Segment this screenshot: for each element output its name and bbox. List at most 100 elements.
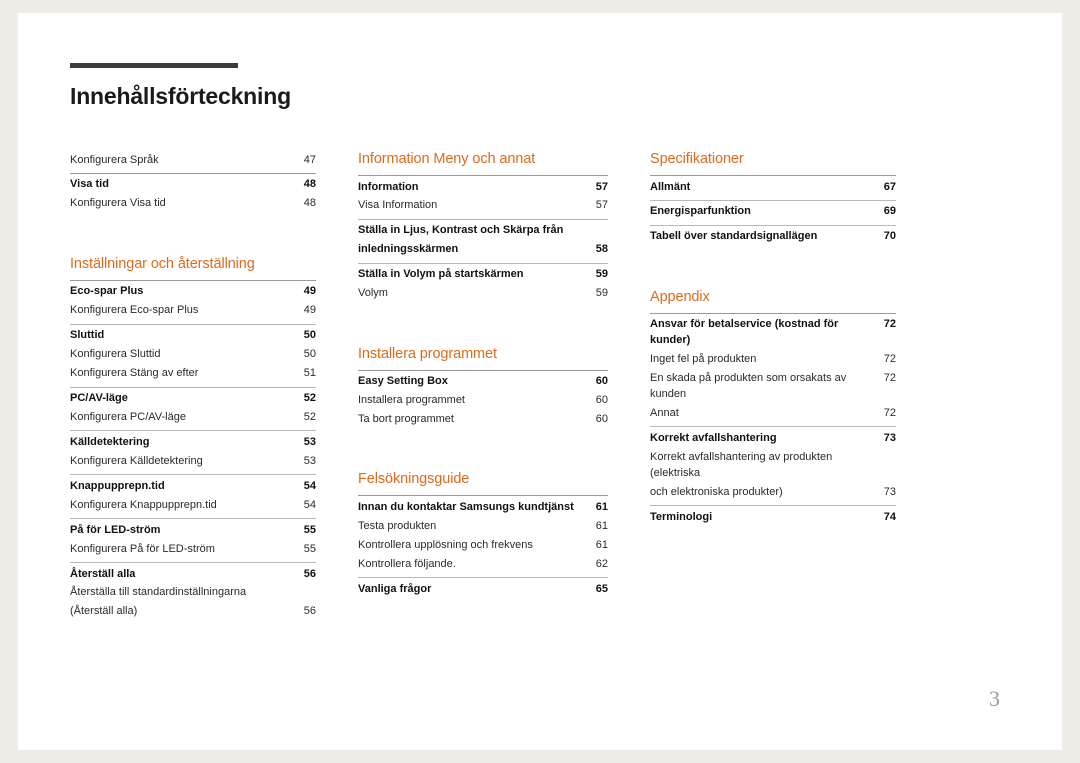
toc-block-information: Information Meny och annat Information 5…: [358, 151, 608, 304]
toc-entry-page: 72: [883, 372, 896, 385]
toc-entry-label: Allmänt: [650, 180, 691, 193]
toc-entry-label: Konfigurera Knappupprepn.tid: [70, 498, 217, 511]
toc-entry[interactable]: Vanliga frågor 65: [358, 580, 608, 599]
document-page: Innehållsförteckning Konfigurera Språk 4…: [18, 13, 1062, 750]
section-heading: Inställningar och återställning: [70, 255, 255, 272]
divider: [650, 175, 896, 176]
toc-entry-label: Innan du kontaktar Samsungs kundtjänst: [358, 500, 574, 513]
toc-entry[interactable]: Ställa in Ljus, Kontrast och Skärpa från: [358, 222, 608, 241]
toc-entry-page: 65: [595, 582, 608, 595]
toc-entry[interactable]: Installera programmet 60: [358, 392, 608, 411]
page-title: Innehållsförteckning: [70, 83, 291, 110]
section-heading: Appendix: [650, 288, 710, 305]
toc-entry[interactable]: Knappupprepn.tid 54: [70, 477, 316, 496]
toc-entry[interactable]: Kontrollera följande. 62: [358, 555, 608, 574]
toc-entry-label: Volym: [358, 287, 388, 300]
toc-entry-page: 52: [303, 410, 316, 423]
toc-block-continued: Konfigurera Språk 47 Visa tid 48 Konfigu…: [70, 151, 316, 214]
toc-entry[interactable]: Återställ alla 56: [70, 565, 316, 584]
toc-entry[interactable]: Konfigurera Eco-spar Plus 49: [70, 302, 316, 321]
toc-entry-label: Installera programmet: [358, 394, 465, 407]
divider: [70, 279, 316, 281]
toc-entry-label: Kontrollera upplösning och frekvens: [358, 538, 533, 551]
toc-entry[interactable]: Innan du kontaktar Samsungs kundtjänst 6…: [358, 498, 608, 517]
divider: [70, 518, 316, 520]
toc-entry-label: Knappupprepn.tid: [70, 479, 165, 492]
toc-entry[interactable]: Eco-spar Plus 49: [70, 283, 316, 302]
toc-entry-label: och elektroniska produkter): [650, 485, 783, 498]
toc-entry[interactable]: Visa tid 48: [70, 176, 316, 195]
toc-entry-page: 72: [883, 407, 896, 419]
toc-entry[interactable]: PC/AV-läge 52: [70, 390, 316, 409]
toc-entry[interactable]: Testa produkten 61: [358, 517, 608, 536]
toc-entry[interactable]: Ta bort programmet 60: [358, 411, 608, 430]
toc-entry[interactable]: Konfigurera Sluttid 50: [70, 346, 316, 365]
toc-entry[interactable]: Ansvar för betalservice (kostnad för kun…: [650, 316, 896, 351]
toc-entry[interactable]: Kontrollera upplösning och frekvens 61: [358, 536, 608, 555]
toc-entry[interactable]: På för LED-ström 55: [70, 521, 316, 540]
toc-entry[interactable]: Information 57: [358, 178, 608, 197]
toc-column-middle: Information Meny och annat Information 5…: [358, 151, 608, 622]
section-heading: Installera programmet: [358, 345, 497, 362]
toc-entry-label: Korrekt avfallshantering: [650, 431, 777, 444]
toc-entry[interactable]: Inget fel på produkten 72: [650, 351, 896, 370]
toc-entry[interactable]: En skada på produkten som orsakats av ku…: [650, 370, 896, 405]
toc-entry[interactable]: Korrekt avfallshantering 73: [650, 429, 896, 448]
toc-entry-label: Inget fel på produkten: [650, 353, 757, 366]
toc-entry[interactable]: inledningsskärmen 58: [358, 241, 608, 260]
toc-entry-page: 57: [595, 199, 608, 212]
toc-entry-label: Easy Setting Box: [358, 375, 448, 388]
toc-entry[interactable]: Terminologi 74: [650, 508, 896, 527]
toc-block-troubleshooting: Felsökningsguide Innan du kontaktar Sams…: [358, 471, 608, 599]
toc-entry[interactable]: Konfigurera På för LED-ström 55: [70, 540, 316, 559]
toc-entry-page: 49: [303, 285, 316, 298]
toc-entry[interactable]: Konfigurera Källdetektering 53: [70, 452, 316, 471]
toc-entry-page: 56: [303, 567, 316, 580]
toc-entry[interactable]: Korrekt avfallshantering av produkten (e…: [650, 448, 896, 483]
toc-columns: Konfigurera Språk 47 Visa tid 48 Konfigu…: [70, 151, 1028, 622]
toc-entry-label: Eco-spar Plus: [70, 285, 144, 298]
toc-entry[interactable]: Visa Information 57: [358, 197, 608, 216]
toc-entry[interactable]: Allmänt 67: [650, 178, 896, 197]
toc-entry-page: 60: [595, 375, 608, 388]
toc-entry[interactable]: Annat 72: [650, 405, 896, 424]
toc-entry-label: Korrekt avfallshantering av produkten (e…: [650, 450, 833, 479]
section-heading: Felsökningsguide: [358, 471, 470, 488]
toc-entry[interactable]: Konfigurera PC/AV-läge 52: [70, 408, 316, 427]
toc-entry-page: 52: [303, 392, 316, 404]
toc-entry[interactable]: Easy Setting Box 60: [358, 373, 608, 392]
toc-entry-label: Visa tid: [70, 178, 109, 191]
divider: [358, 218, 608, 220]
toc-entry-label: Vanliga frågor: [358, 582, 432, 595]
toc-entry-page: 51: [303, 367, 316, 380]
toc-entry[interactable]: (Återställ alla) 56: [70, 603, 316, 622]
toc-entry[interactable]: Konfigurera Visa tid 48: [70, 195, 316, 214]
divider: [70, 474, 316, 476]
toc-entry-label: Terminologi: [650, 510, 713, 523]
toc-entry-page: 60: [595, 413, 608, 425]
toc-entry-label: Visa Information: [358, 199, 438, 212]
toc-entry[interactable]: Konfigurera Språk 47: [70, 151, 316, 170]
toc-entry[interactable]: och elektroniska produkter) 73: [650, 483, 896, 502]
toc-entry[interactable]: Sluttid 50: [70, 327, 316, 346]
toc-entry-label: Ställa in Volym på startskärmen: [358, 268, 524, 281]
toc-entry[interactable]: Ställa in Volym på startskärmen 59: [358, 266, 608, 285]
toc-entry-page: 62: [595, 557, 608, 570]
divider: [358, 369, 608, 371]
toc-entry[interactable]: Konfigurera Knappupprepn.tid 54: [70, 496, 316, 515]
toc-entry-label: Ta bort programmet: [358, 413, 454, 425]
toc-entry[interactable]: Volym 59: [358, 285, 608, 304]
toc-entry-label: Konfigurera Stäng av efter: [70, 367, 199, 380]
toc-entry[interactable]: Återställa till standardinställningarna: [70, 584, 316, 603]
toc-entry[interactable]: Konfigurera Stäng av efter 51: [70, 365, 316, 384]
toc-entry-label: Konfigurera Eco-spar Plus: [70, 304, 199, 317]
toc-entry-page: 53: [303, 435, 316, 448]
toc-entry-page: 50: [303, 329, 316, 342]
toc-entry-label: Ansvar för betalservice (kostnad för kun…: [650, 318, 839, 347]
toc-entry[interactable]: Tabell över standardsignallägen 70: [650, 228, 896, 247]
toc-entry-page: 59: [595, 268, 608, 281]
toc-block-install: Installera programmet Easy Setting Box 6…: [358, 346, 608, 430]
toc-entry[interactable]: Energisparfunktion 69: [650, 203, 896, 222]
toc-entry[interactable]: Källdetektering 53: [70, 433, 316, 452]
toc-block-specifications: Specifikationer Allmänt 67 Energisparfun…: [650, 151, 896, 247]
